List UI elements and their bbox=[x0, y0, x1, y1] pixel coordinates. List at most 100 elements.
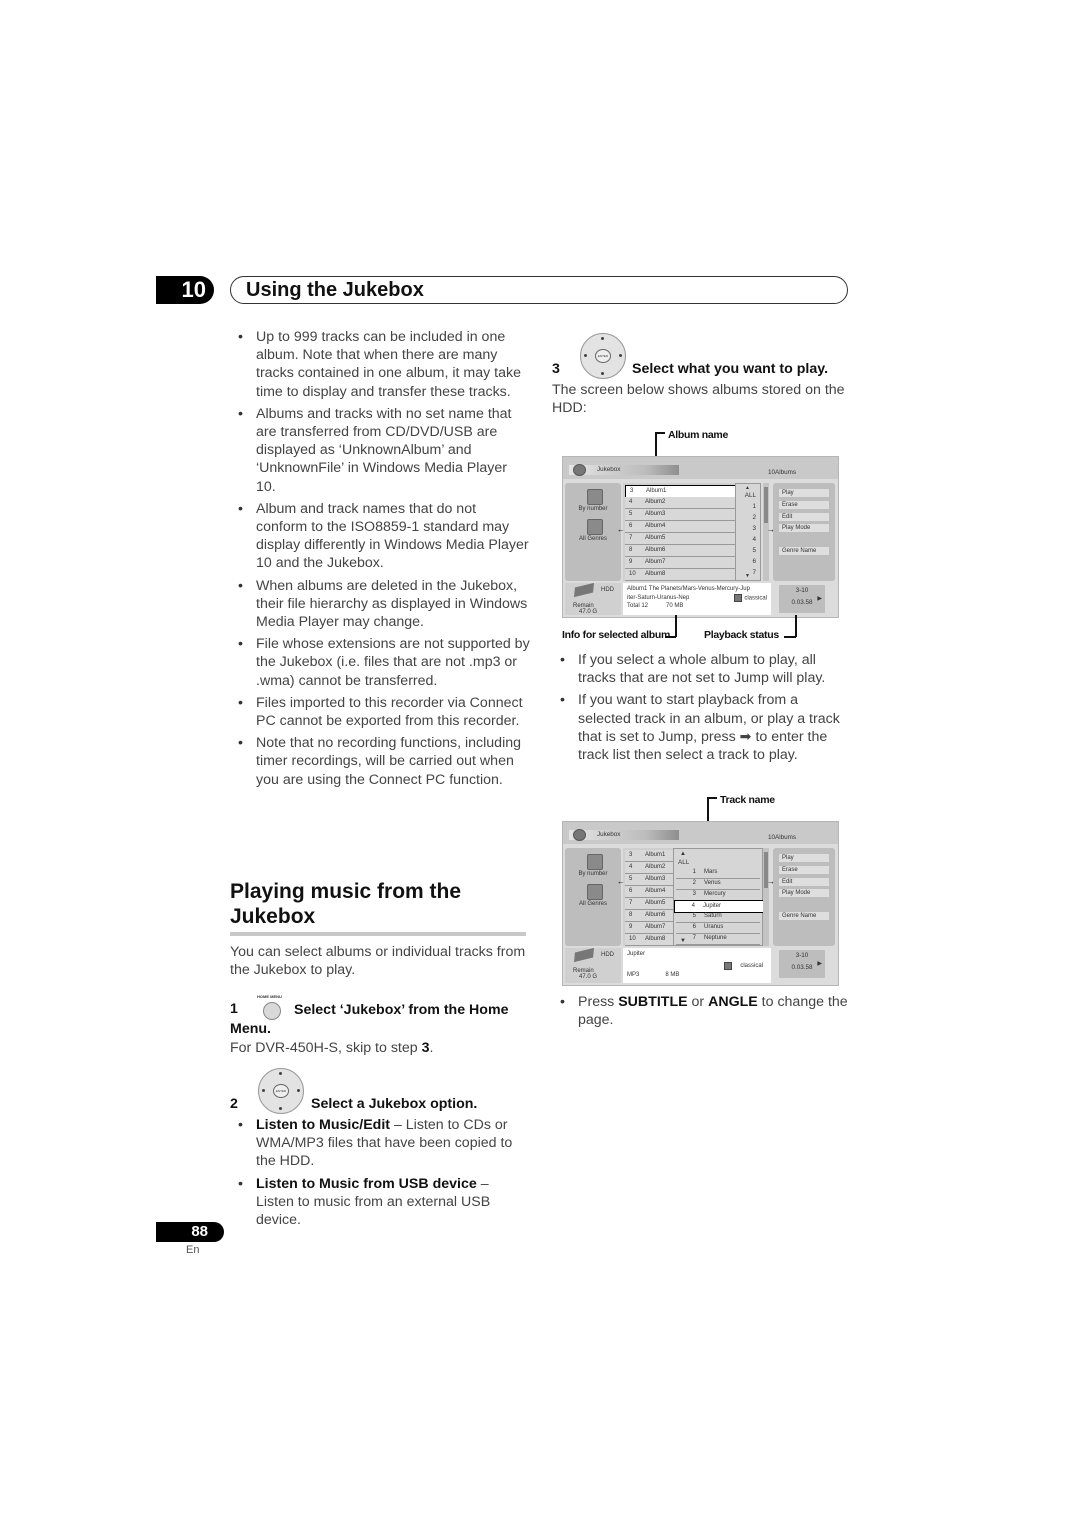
album-row[interactable]: 5 Album3 bbox=[625, 874, 673, 886]
track-name-callout: Track name bbox=[720, 794, 775, 806]
album-number: 5 bbox=[629, 511, 633, 517]
album-name: Album7 bbox=[645, 924, 666, 930]
album-number: 10 bbox=[629, 571, 636, 577]
album-info: Album1 The Planets/Mars-Venus-Mercury-Ju… bbox=[623, 583, 771, 615]
hdd-icon bbox=[573, 947, 595, 963]
music-note-icon bbox=[724, 961, 733, 970]
album-number: 4 bbox=[629, 499, 633, 505]
album-name: Album8 bbox=[645, 571, 666, 577]
jukebox-title-bar: Jukebox bbox=[569, 464, 679, 476]
album-row[interactable]: 4 Album2 bbox=[625, 862, 673, 874]
album-row[interactable]: 8 Album6 bbox=[625, 910, 673, 922]
view-panel: By number All Genres bbox=[565, 483, 621, 581]
album-row[interactable]: 9 Album7 bbox=[625, 557, 735, 569]
menu-play-mode-button[interactable]: Play Mode bbox=[779, 889, 829, 897]
album-name: Album6 bbox=[645, 912, 666, 918]
by-number-icon[interactable] bbox=[587, 489, 603, 505]
track-number: 7 bbox=[752, 569, 756, 576]
album-number: 10 bbox=[629, 936, 636, 942]
info-callout: Info for selected album bbox=[562, 629, 671, 641]
track-number: 3 bbox=[692, 891, 696, 897]
album-number: 5 bbox=[629, 876, 633, 882]
album-row[interactable]: 7 Album5 bbox=[625, 533, 735, 545]
section-divider bbox=[230, 932, 526, 936]
album-row[interactable]: 4 Album2 bbox=[625, 497, 735, 509]
note-item: Albums and tracks with no set name that … bbox=[230, 405, 530, 496]
album-number: 6 bbox=[629, 523, 633, 529]
album-number: 8 bbox=[629, 912, 633, 918]
album-number: 8 bbox=[629, 547, 633, 553]
step2-number: 2 bbox=[230, 1096, 238, 1112]
track-number: 7 bbox=[692, 935, 696, 941]
note-item: If you select a whole album to play, all… bbox=[552, 651, 852, 687]
jukebox-title-bar: Jukebox bbox=[569, 829, 679, 841]
menu-edit-button[interactable]: Edit bbox=[779, 878, 829, 886]
album-name: Album4 bbox=[645, 523, 666, 529]
hdd-status: HDD Remain 47.0 G bbox=[565, 947, 621, 983]
note-item: Press SUBTITLE or ANGLE to change the pa… bbox=[552, 993, 852, 1029]
album-row[interactable]: 3 Album1 bbox=[625, 850, 673, 862]
home-menu-label: HOME MENU bbox=[257, 994, 282, 999]
track-number: 1 bbox=[692, 869, 696, 875]
album-number: 7 bbox=[629, 900, 633, 906]
all-genres-icon[interactable] bbox=[587, 884, 603, 900]
menu-play-mode-button[interactable]: Play Mode bbox=[779, 524, 829, 532]
album-row[interactable]: 7 Album5 bbox=[625, 898, 673, 910]
scroll-up-icon[interactable]: ▲ bbox=[745, 485, 750, 491]
enter-dpad-icon: ENTER bbox=[258, 1068, 304, 1114]
action-menu: Play Erase Edit Play Mode Genre Name bbox=[773, 848, 835, 946]
album-row[interactable]: 6 Album4 bbox=[625, 521, 735, 533]
page-change-note: Press SUBTITLE or ANGLE to change the pa… bbox=[552, 993, 852, 1033]
note-item: Up to 999 tracks can be included in one … bbox=[230, 328, 530, 401]
all-genres-icon[interactable] bbox=[587, 519, 603, 535]
track-info: Jupiter classical MP3 8 MB bbox=[623, 948, 771, 983]
album-list: 3 Album1 4 Album2 5 Album3 6 Album4 7 Album5 8 Albu… bbox=[623, 483, 737, 581]
album-row[interactable]: 9 Album7 bbox=[625, 922, 673, 934]
menu-play-button[interactable]: Play bbox=[779, 854, 829, 862]
album-name: Album5 bbox=[645, 900, 666, 906]
album-name: Album7 bbox=[645, 559, 666, 565]
album-row[interactable]: 10 Album8 bbox=[625, 934, 673, 946]
track-number-column: ▲ ALL 1 2 3 4 5 6 7 ▼ bbox=[735, 483, 761, 581]
track-number: ALL bbox=[744, 492, 756, 499]
track-number: 2 bbox=[692, 880, 696, 886]
track-name: Neptune bbox=[704, 935, 727, 941]
hdd-icon bbox=[573, 582, 595, 598]
scrollbar[interactable] bbox=[763, 848, 769, 946]
note-item: File whose extensions are not supported … bbox=[230, 635, 530, 690]
track-name: Mercury bbox=[704, 891, 726, 897]
jukebox-options-list: Listen to Music/Edit – Listen to CDs or … bbox=[230, 1116, 530, 1233]
album-name: Album2 bbox=[645, 864, 666, 870]
scroll-up-icon[interactable]: ▲ bbox=[680, 851, 686, 857]
page-language: En bbox=[186, 1244, 200, 1256]
menu-edit-button[interactable]: Edit bbox=[779, 513, 829, 521]
album-row[interactable]: 8 Album6 bbox=[625, 545, 735, 557]
by-number-icon[interactable] bbox=[587, 854, 603, 870]
track-number: 6 bbox=[752, 558, 756, 565]
track-row[interactable]: 7 Neptune bbox=[676, 933, 760, 945]
music-note-icon bbox=[734, 593, 743, 602]
album-count: 10Albums bbox=[767, 834, 796, 841]
album-name: Album8 bbox=[645, 936, 666, 942]
play-icon: ▶ bbox=[817, 961, 822, 967]
playback-callout: Playback status bbox=[704, 629, 779, 641]
menu-play-button[interactable]: Play bbox=[779, 489, 829, 497]
album-row[interactable]: 5 Album3 bbox=[625, 509, 735, 521]
album-name: Album4 bbox=[645, 888, 666, 894]
menu-erase-button[interactable]: Erase bbox=[779, 866, 829, 874]
chapter-title: Using the Jukebox bbox=[246, 279, 424, 301]
jukebox-album-screen: Jukebox 10Albums By number All Genres ← … bbox=[562, 456, 839, 618]
note-item: If you want to start playback from a sel… bbox=[552, 691, 852, 764]
scroll-down-icon[interactable]: ▼ bbox=[745, 573, 750, 579]
menu-genre-name-button[interactable]: Genre Name bbox=[779, 547, 829, 555]
menu-erase-button[interactable]: Erase bbox=[779, 501, 829, 509]
jukebox-icon bbox=[573, 829, 586, 841]
menu-genre-name-button[interactable]: Genre Name bbox=[779, 912, 829, 920]
album-row[interactable]: 6 Album4 bbox=[625, 886, 673, 898]
step1-text: Select ‘Jukebox’ from the Home Menu. bbox=[230, 1002, 509, 1037]
album-row[interactable]: 10 Album8 bbox=[625, 569, 735, 581]
step2-text: Select a Jukebox option. bbox=[311, 1096, 478, 1112]
action-menu: Play Erase Edit Play Mode Genre Name bbox=[773, 483, 835, 581]
album-number: 9 bbox=[629, 924, 633, 930]
section-intro: You can select albums or individual trac… bbox=[230, 944, 526, 979]
